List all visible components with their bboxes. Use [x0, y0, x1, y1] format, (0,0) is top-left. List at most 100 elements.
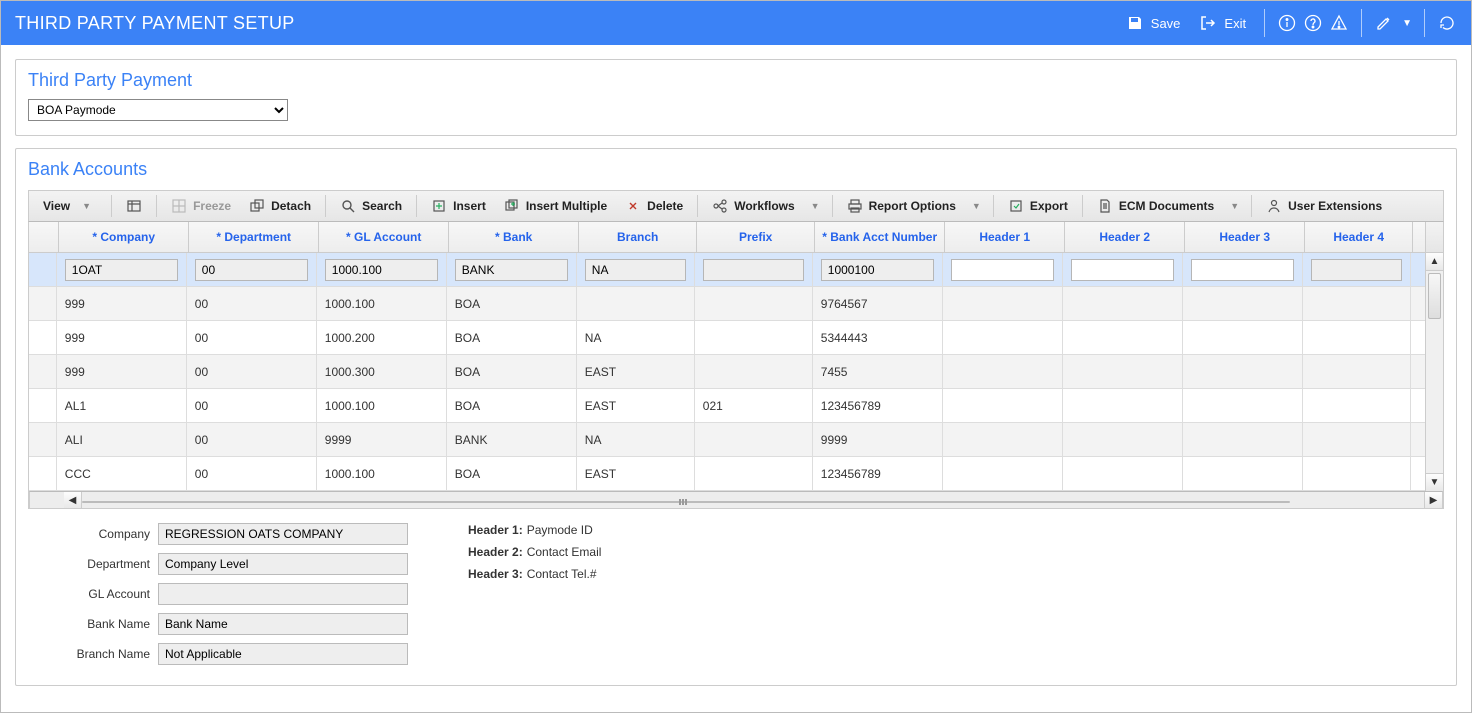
cell-input-h2[interactable] [1071, 259, 1174, 281]
cell-company[interactable]: 999 [57, 355, 187, 388]
cell-bank[interactable]: BOA [447, 389, 577, 422]
cell-h1[interactable] [943, 321, 1063, 354]
cell-gl[interactable]: 1000.100 [317, 457, 447, 490]
scroll-down-arrow[interactable]: ▼ [1426, 473, 1443, 491]
cell-prefix[interactable] [695, 457, 813, 490]
table-row[interactable]: 999001000.200BOANA 5344443 [29, 321, 1443, 355]
row-selector[interactable] [29, 321, 57, 354]
col-prefix-header[interactable]: Prefix [697, 222, 815, 252]
col-h4-header[interactable]: Header 4 [1305, 222, 1413, 252]
cell-acct[interactable]: 123456789 [813, 457, 943, 490]
workflows-button[interactable]: Workflows [704, 194, 802, 218]
cell-h3[interactable] [1183, 457, 1303, 490]
table-row[interactable]: ALI009999BANKNA9999 [29, 423, 1443, 457]
row-selector[interactable] [29, 423, 57, 456]
cell-gl[interactable]: 9999 [317, 423, 447, 456]
cell-gl[interactable]: 1000.300 [317, 355, 447, 388]
cell-department[interactable]: 00 [187, 423, 317, 456]
cell-h1[interactable] [943, 355, 1063, 388]
cell-branch[interactable]: EAST [577, 457, 695, 490]
cell-h3[interactable] [1183, 423, 1303, 456]
cell-input-h3[interactable] [1191, 259, 1294, 281]
cell-input-branch[interactable] [585, 259, 686, 281]
cell-prefix[interactable] [695, 355, 813, 388]
cell-input-bank[interactable] [455, 259, 568, 281]
cell-branch[interactable]: NA [577, 321, 695, 354]
cell-input-h1[interactable] [951, 259, 1054, 281]
refresh-icon[interactable] [1437, 13, 1457, 33]
cell-h2[interactable] [1063, 457, 1183, 490]
row-selector[interactable] [29, 457, 57, 490]
cell-h3[interactable] [1183, 287, 1303, 320]
row-selector[interactable] [29, 389, 57, 422]
cell-h3[interactable] [1183, 389, 1303, 422]
cell-h1[interactable] [943, 423, 1063, 456]
cell-h4[interactable] [1303, 423, 1411, 456]
cell-acct[interactable]: 5344443 [813, 321, 943, 354]
cell-h2[interactable] [1063, 321, 1183, 354]
cell-department[interactable]: 00 [187, 287, 317, 320]
view-menu[interactable]: View▼ [35, 195, 105, 217]
detach-button[interactable]: Detach [241, 194, 319, 218]
cell-h4[interactable] [1303, 389, 1411, 422]
table-row[interactable]: 999001000.300BOAEAST7455 [29, 355, 1443, 389]
format-button[interactable] [118, 194, 150, 218]
chevron-down-icon[interactable]: ▼ [1224, 201, 1245, 211]
delete-button[interactable]: Delete [617, 194, 691, 218]
cell-acct[interactable]: 7455 [813, 355, 943, 388]
col-branch-header[interactable]: Branch [579, 222, 697, 252]
cell-input-h4[interactable] [1311, 259, 1402, 281]
cell-h2[interactable] [1063, 287, 1183, 320]
cell-company[interactable]: 999 [57, 287, 187, 320]
cell-h4[interactable] [1303, 321, 1411, 354]
cell-gl[interactable]: 1000.200 [317, 321, 447, 354]
exit-button[interactable]: Exit [1192, 9, 1252, 37]
cell-bank[interactable]: BOA [447, 321, 577, 354]
cell-h1[interactable] [943, 389, 1063, 422]
paymode-select[interactable]: BOA Paymode [28, 99, 288, 121]
cell-h2[interactable] [1063, 389, 1183, 422]
col-h2-header[interactable]: Header 2 [1065, 222, 1185, 252]
cell-acct[interactable]: 123456789 [813, 389, 943, 422]
cell-department[interactable]: 00 [187, 389, 317, 422]
table-row[interactable]: 999001000.100BOA9764567 [29, 287, 1443, 321]
cell-input-department[interactable] [195, 259, 308, 281]
cell-company[interactable]: ALI [57, 423, 187, 456]
insert-multiple-button[interactable]: Insert Multiple [496, 194, 615, 218]
col-h1-header[interactable]: Header 1 [945, 222, 1065, 252]
horizontal-scrollbar[interactable]: ◀ ▶ [29, 491, 1443, 509]
info-icon[interactable] [1277, 13, 1297, 33]
cell-prefix[interactable] [695, 321, 813, 354]
cell-acct[interactable]: 9999 [813, 423, 943, 456]
cell-h4[interactable] [1303, 355, 1411, 388]
cell-h1[interactable] [943, 287, 1063, 320]
save-button[interactable]: Save [1119, 9, 1187, 37]
cell-prefix[interactable] [695, 287, 813, 320]
col-company-header[interactable]: * Company [59, 222, 189, 252]
cell-branch[interactable]: NA [577, 423, 695, 456]
cell-prefix[interactable]: 021 [695, 389, 813, 422]
chevron-down-icon[interactable]: ▼ [1402, 18, 1412, 29]
cell-input-prefix[interactable] [703, 259, 804, 281]
cell-gl[interactable]: 1000.100 [317, 287, 447, 320]
scroll-left-arrow[interactable]: ◀ [64, 492, 82, 508]
cell-h4[interactable] [1303, 287, 1411, 320]
cell-bank[interactable]: BOA [447, 287, 577, 320]
cell-department[interactable]: 00 [187, 457, 317, 490]
cell-company[interactable]: AL1 [57, 389, 187, 422]
cell-gl[interactable]: 1000.100 [317, 389, 447, 422]
row-selector[interactable] [29, 355, 57, 388]
cell-bank[interactable]: BOA [447, 457, 577, 490]
vertical-scrollbar[interactable]: ▲ ▼ [1425, 253, 1443, 491]
cell-company[interactable]: CCC [57, 457, 187, 490]
chevron-down-icon[interactable]: ▼ [966, 201, 987, 211]
cell-company[interactable]: 999 [57, 321, 187, 354]
cell-department[interactable]: 00 [187, 321, 317, 354]
cell-input-acct[interactable] [821, 259, 934, 281]
cell-h2[interactable] [1063, 423, 1183, 456]
cell-bank[interactable]: BOA [447, 355, 577, 388]
row-selector[interactable] [29, 287, 57, 320]
table-row-selected[interactable] [29, 253, 1443, 287]
cell-branch[interactable]: EAST [577, 389, 695, 422]
cell-h3[interactable] [1183, 355, 1303, 388]
